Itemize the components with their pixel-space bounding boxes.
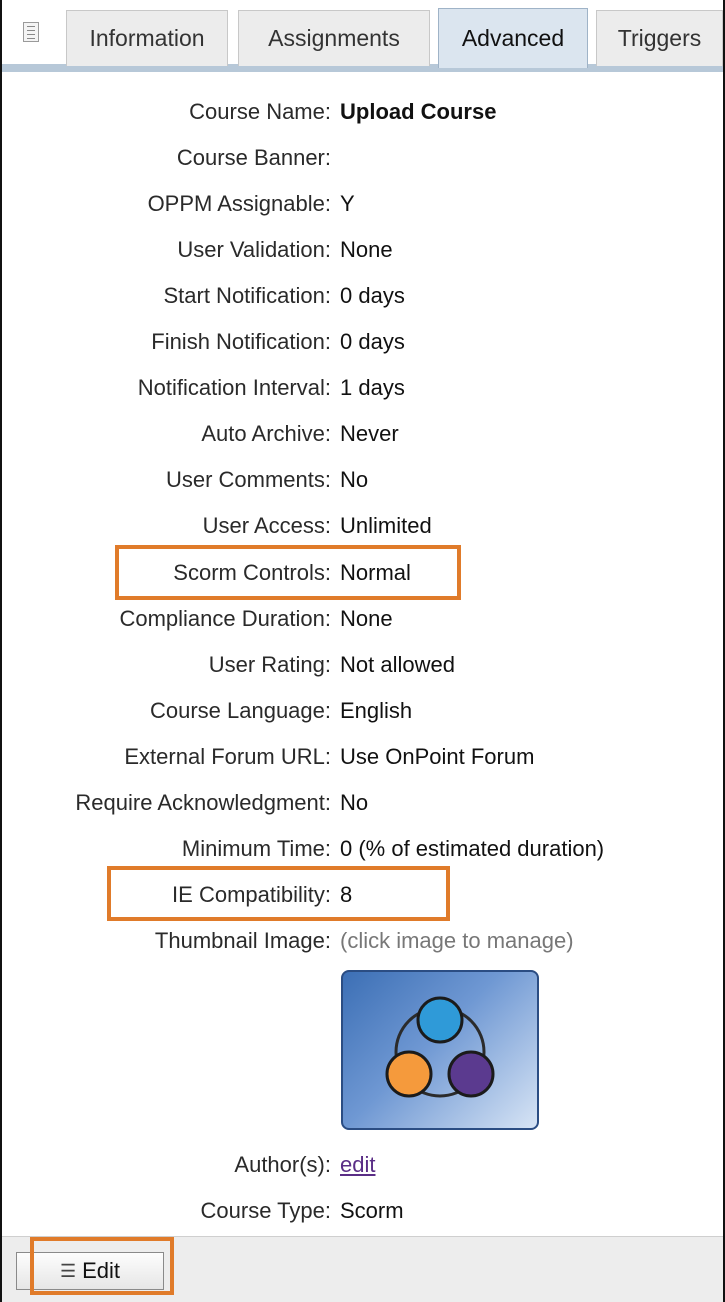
field-label: Author(s): [234,1152,331,1177]
field-start-notification: Start Notification: 0 days [0,276,721,316]
field-label: Require Acknowledgment: [75,790,331,815]
field-label: User Rating: [208,652,331,677]
field-require-acknowledgment: Require Acknowledgment: No [0,783,721,823]
field-value: 0 days [340,329,405,354]
highlight-scorm-controls [115,545,461,600]
menu-button[interactable] [8,10,54,64]
field-value: None [340,606,393,631]
field-label: Notification Interval: [137,375,331,400]
field-compliance-duration: Compliance Duration: None [0,599,721,639]
field-value: Scorm [340,1198,404,1223]
field-value: Upload Course [340,99,497,124]
field-auto-archive: Auto Archive: Never [0,414,721,454]
field-label: Minimum Time: [181,836,331,861]
field-notification-interval: Notification Interval: 1 days [0,368,721,408]
tab-advanced[interactable]: Advanced [438,8,588,68]
field-label: Compliance Duration: [119,606,331,631]
field-value: Use OnPoint Forum [340,744,535,769]
field-user-rating: User Rating: Not allowed [0,645,721,685]
field-label: Thumbnail Image: [154,928,331,953]
field-minimum-time: Minimum Time: 0 (% of estimated duration… [0,829,721,869]
field-value: (click image to manage) [340,928,574,953]
field-value: Unlimited [340,513,432,538]
field-course-type: Course Type: Scorm [0,1191,721,1231]
field-label: User Comments: [165,467,331,492]
tab-assignments[interactable]: Assignments [238,10,430,66]
field-authors: Author(s): edit [0,1145,721,1185]
field-value: None [340,237,393,262]
field-label: User Validation: [177,237,331,262]
field-course-name: Course Name: Upload Course [0,92,721,132]
edit-authors-link[interactable]: edit [340,1152,375,1177]
tab-bar: Information Assignments Advanced Trigger… [2,0,723,72]
field-label: Course Name: [189,99,331,124]
tab-triggers[interactable]: Triggers [596,10,723,66]
field-label: Course Language: [149,698,331,723]
field-value: English [340,698,413,723]
field-user-validation: User Validation: None [0,230,721,270]
field-label: Finish Notification: [151,329,331,354]
field-user-comments: User Comments: No [0,460,721,500]
field-course-language: Course Language: English [0,691,721,731]
field-label: User Access: [202,513,331,538]
field-value: Y [340,191,355,216]
course-network-icon [385,996,495,1098]
highlight-edit-button [30,1237,174,1295]
field-external-forum-url: External Forum URL: Use OnPoint Forum [0,737,721,777]
field-label: Auto Archive: [201,421,331,446]
field-value: 0 days [340,283,405,308]
field-user-access: User Access: Unlimited [0,506,721,546]
field-finish-notification: Finish Notification: 0 days [0,322,721,362]
field-label: OPPM Assignable: [147,191,331,216]
field-label: Course Type: [200,1198,331,1223]
field-value: edit [340,1145,375,1185]
tab-information[interactable]: Information [66,10,228,66]
field-label: External Forum URL: [124,744,331,769]
thumbnail-image[interactable] [341,970,539,1130]
field-thumbnail-image: Thumbnail Image: (click image to manage) [0,921,721,961]
field-value: No [340,467,369,492]
field-label: Course Banner: [176,145,331,170]
field-label: Start Notification: [163,283,331,308]
field-value: 1 days [340,375,405,400]
field-value: No [340,790,369,815]
field-value: 0 (% of estimated duration) [340,836,605,861]
field-value: Not allowed [340,652,455,677]
highlight-ie-compatibility [107,866,450,921]
field-course-banner: Course Banner: [0,138,721,178]
field-oppm-assignable: OPPM Assignable: Y [0,184,721,224]
field-value: Never [340,421,399,446]
list-menu-icon [23,22,39,42]
